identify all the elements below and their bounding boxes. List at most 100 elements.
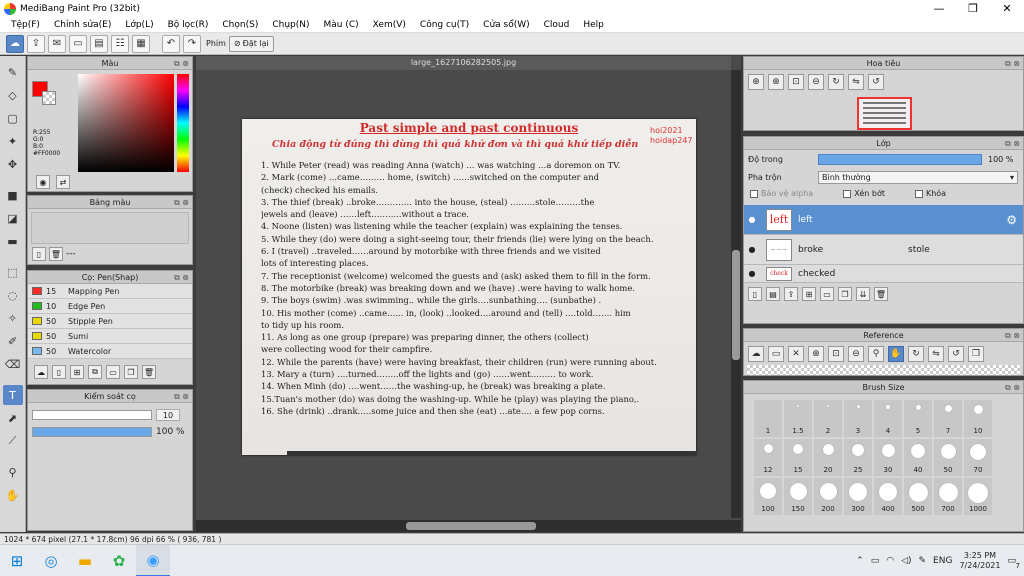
rotate-icon[interactable]: ↻ [908, 346, 924, 362]
brush-size-value[interactable]: 10 [156, 409, 180, 421]
menu-window[interactable]: Cửa sổ(W) [476, 20, 536, 30]
menu-cloud[interactable]: Cloud [537, 20, 577, 30]
protect-alpha-checkbox[interactable]: Bảo vệ alpha [750, 189, 813, 198]
duplicate-icon[interactable]: ❐ [124, 365, 138, 379]
new-palette-icon[interactable]: ▯ [32, 247, 46, 261]
brush-item[interactable]: 15 Mapping Pen [28, 284, 192, 299]
navigator-thumbnail[interactable] [857, 97, 912, 130]
panel-expand-icon[interactable]: ⧉ ⊗ [1005, 137, 1020, 150]
undo-icon[interactable]: ↶ [162, 34, 180, 53]
delete-layer-icon[interactable]: 🗑 [874, 287, 888, 301]
chat-icon[interactable]: ▭ [69, 34, 87, 53]
color-swap-icon[interactable]: ⇄ [56, 175, 70, 189]
bucket-tool-icon[interactable]: ◪ [3, 208, 23, 228]
brush-size-cell[interactable]: 400 [874, 478, 902, 515]
layer-folder-icon[interactable]: ▭ [820, 287, 834, 301]
brush-size-cell[interactable]: 2 [814, 400, 842, 437]
menu-view[interactable]: Xem(V) [366, 20, 413, 30]
menu-filter[interactable]: Bộ lọc(R) [161, 20, 216, 30]
new-brush-icon[interactable]: ▯ [52, 365, 66, 379]
color-wheel-icon[interactable]: ◉ [36, 175, 50, 189]
panel-expand-icon[interactable]: ⧉ ⊗ [174, 57, 189, 70]
brush-size-cell[interactable]: 100 [754, 478, 782, 515]
new-layer-icon[interactable]: ▯ [748, 287, 762, 301]
panel-expand-icon[interactable]: ⧉ ⊗ [1005, 329, 1020, 342]
menu-color[interactable]: Màu (C) [317, 20, 366, 30]
dot-tool-icon[interactable]: ✦ [3, 131, 23, 151]
background-color-swatch[interactable] [42, 91, 56, 105]
minimize-button[interactable]: — [922, 0, 956, 17]
fit-icon[interactable]: ⊡ [828, 346, 844, 362]
brush-size-cell[interactable]: 700 [934, 478, 962, 515]
new-halftone-layer-icon[interactable]: ▤ [766, 287, 780, 301]
cloud-icon[interactable]: ☁ [6, 34, 24, 53]
canvas-image[interactable]: Past simple and past continuous Chia độn… [242, 119, 696, 455]
flip-icon[interactable]: ⇋ [928, 346, 944, 362]
import-layer-icon[interactable]: ⇪ [784, 287, 798, 301]
brush-size-cell[interactable]: 1000 [964, 478, 992, 515]
brush-size-cell[interactable]: 5 [904, 400, 932, 437]
brush-item[interactable]: 50 Stipple Pen [28, 314, 192, 329]
brush-size-cell[interactable]: 1 [754, 400, 782, 437]
visibility-icon[interactable]: ● [744, 245, 760, 254]
brush-size-cell[interactable]: 10 [964, 400, 992, 437]
brush-size-cell[interactable]: 3 [844, 400, 872, 437]
menu-help[interactable]: Help [576, 20, 611, 30]
rotate-left-icon[interactable]: ↺ [868, 74, 884, 90]
vertical-scrollbar[interactable] [731, 70, 741, 518]
menu-select[interactable]: Chọn(S) [215, 20, 265, 30]
brush-size-cell[interactable]: 70 [964, 439, 992, 476]
menu-tools[interactable]: Công cụ(T) [413, 20, 476, 30]
copy-icon[interactable]: ❐ [968, 346, 984, 362]
scroll-thumb[interactable] [406, 522, 536, 530]
horizontal-scrollbar[interactable] [196, 520, 741, 532]
comment-icon[interactable]: ✉ [48, 34, 66, 53]
brush-size-cell[interactable]: 200 [814, 478, 842, 515]
brush-item[interactable]: 10 Edge Pen [28, 299, 192, 314]
menu-edit[interactable]: Chỉnh sửa(E) [47, 20, 118, 30]
clock[interactable]: 3:25 PM 7/24/2021 [959, 551, 1000, 571]
folder-icon[interactable]: ▭ [106, 365, 120, 379]
brush-size-cell[interactable]: 4 [874, 400, 902, 437]
brush-size-cell[interactable]: 25 [844, 439, 872, 476]
clipping-checkbox[interactable]: Xén bớt [843, 189, 885, 198]
scroll-thumb[interactable] [732, 250, 740, 360]
flip-icon[interactable]: ⇋ [848, 74, 864, 90]
volume-icon[interactable]: ◁) [901, 556, 911, 566]
layer-item[interactable]: ● ~~~ broke stole [744, 235, 1023, 265]
pen-icon[interactable]: ✎ [919, 556, 927, 566]
select-eraser-icon[interactable]: ⌫ [3, 354, 23, 374]
windows-start-icon[interactable]: ⊞ [0, 545, 34, 576]
language-indicator[interactable]: ENG [933, 556, 952, 566]
layer-opacity-slider[interactable] [818, 153, 982, 165]
hand-tool-icon[interactable]: ✋ [3, 485, 23, 505]
canvas-area[interactable]: large_1627106282505.jpg Past simple and … [196, 56, 741, 532]
medibang-taskbar-icon[interactable]: ◉ [136, 544, 170, 576]
fit-icon[interactable]: ⊡ [788, 74, 804, 90]
panel-expand-icon[interactable]: ⧉ ⊗ [1005, 57, 1020, 70]
brush-item[interactable]: 50 Watercolor [28, 344, 192, 359]
cloud-icon[interactable]: ☁ [748, 346, 764, 362]
panel-expand-icon[interactable]: ⧉ ⊗ [174, 271, 189, 284]
wifi-icon[interactable]: ◠ [886, 556, 894, 566]
file-explorer-icon[interactable]: ▬ [68, 545, 102, 576]
panel-expand-icon[interactable]: ⧉ ⊗ [174, 390, 189, 403]
hand-icon[interactable]: ✋ [888, 346, 904, 362]
brush-size-cell[interactable]: 40 [904, 439, 932, 476]
brush-size-cell[interactable]: 300 [844, 478, 872, 515]
delete-brush-icon[interactable]: 🗑 [142, 365, 156, 379]
layer-item[interactable]: ● check checked [744, 265, 1023, 283]
open-folder-icon[interactable]: ▭ [768, 346, 784, 362]
brush-size-cell[interactable]: 15 [784, 439, 812, 476]
palette-swatch-area[interactable] [31, 212, 189, 244]
redo-icon[interactable]: ↷ [183, 34, 201, 53]
app-icon[interactable]: ✿ [102, 545, 136, 576]
fill-rect-icon[interactable]: ■ [3, 185, 23, 205]
layer-item[interactable]: ● left left ⚙ [744, 205, 1023, 235]
reference-view[interactable] [747, 365, 1020, 375]
brush-size-cell[interactable]: 7 [934, 400, 962, 437]
hue-slider[interactable] [177, 74, 189, 172]
color-gradient-picker[interactable] [78, 74, 174, 172]
brush-size-cell[interactable]: 20 [814, 439, 842, 476]
eyedropper-tool-icon[interactable]: ⚲ [3, 462, 23, 482]
